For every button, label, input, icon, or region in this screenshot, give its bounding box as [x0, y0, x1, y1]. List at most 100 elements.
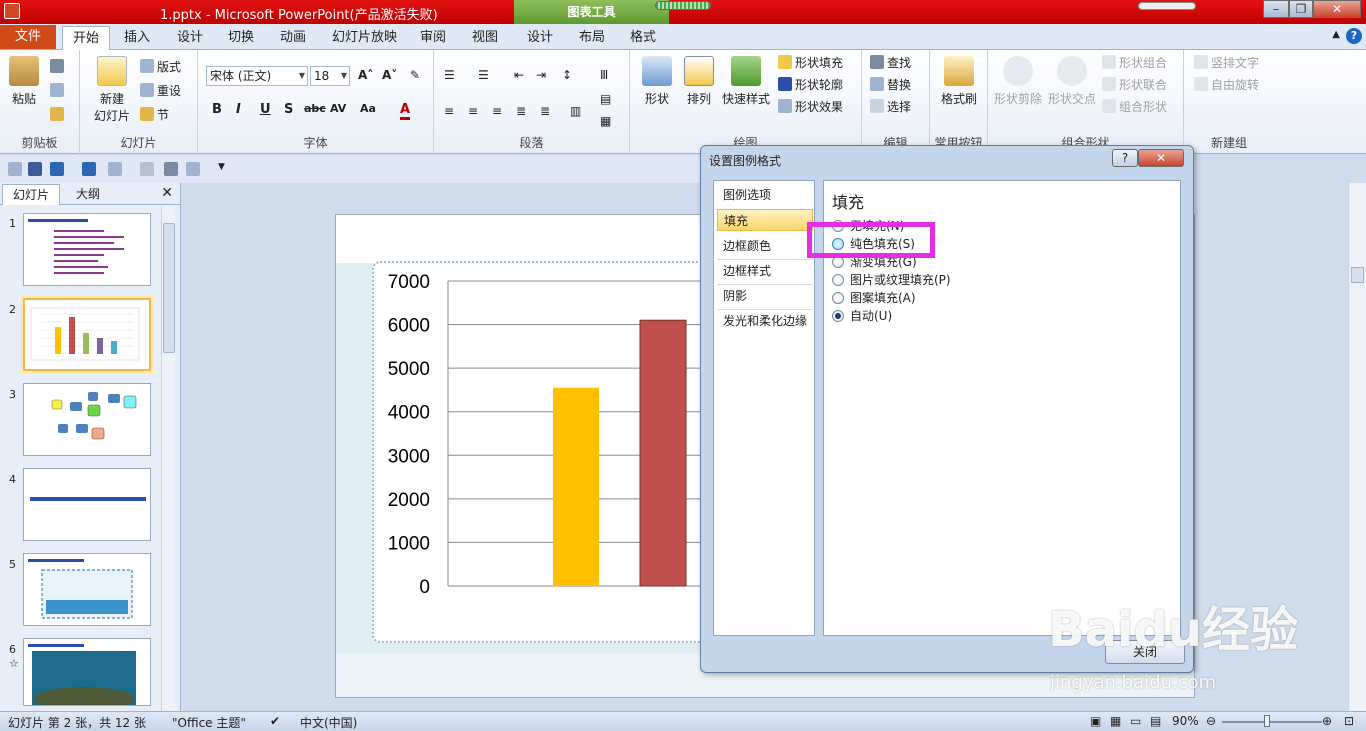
scrollbar-thumb[interactable]	[1351, 267, 1364, 283]
paste-button[interactable]: 粘贴	[6, 56, 42, 107]
slide-thumb-4[interactable]	[23, 468, 151, 541]
nav-border-style[interactable]: 边框样式	[717, 260, 813, 282]
distributed-button[interactable]: ≣	[540, 102, 550, 120]
arrange-button[interactable]: 排列	[680, 56, 718, 107]
shape-icon[interactable]	[108, 162, 122, 176]
font-name-combo[interactable]: 宋体 (正文) ▼	[206, 66, 308, 86]
underline-button[interactable]: U	[260, 102, 271, 117]
reset-button[interactable]: 重设	[140, 82, 181, 100]
minimize-button[interactable]: –	[1263, 0, 1289, 18]
tab-transitions[interactable]: 切换	[218, 26, 264, 50]
shrink-font-button[interactable]: A˅	[382, 66, 397, 84]
change-case-button[interactable]: Aa	[360, 102, 376, 115]
shape-effects-button[interactable]: 形状效果	[778, 98, 843, 116]
zoom-in-icon[interactable]: ⊕	[1322, 714, 1332, 728]
tab-design[interactable]: 设计	[167, 26, 213, 50]
group-shape-button[interactable]: 组合形状	[1102, 98, 1167, 116]
format-copy-button[interactable]	[50, 106, 67, 124]
copy-button[interactable]	[50, 82, 67, 100]
line-spacing-button[interactable]: ↕	[562, 66, 572, 84]
bullets-button[interactable]: ☰	[444, 66, 455, 84]
tab-chart-format[interactable]: 格式	[620, 26, 666, 50]
bold-button[interactable]: B	[212, 102, 222, 117]
shape-intersect-button[interactable]: 形状交点	[1046, 56, 1098, 107]
shape-subtract-button[interactable]: 形状剪除	[992, 56, 1044, 107]
align-center-button[interactable]: ≡	[468, 102, 478, 120]
grow-font-button[interactable]: A˄	[358, 66, 373, 84]
font-color-button[interactable]: A	[400, 102, 411, 120]
layout-button[interactable]: 版式	[140, 58, 181, 76]
slide-thumb-1[interactable]	[23, 213, 151, 286]
tab-chart-design[interactable]: 设计	[517, 26, 563, 50]
save-icon[interactable]	[28, 162, 42, 176]
tab-insert[interactable]: 插入	[114, 26, 160, 50]
nav-legend-options[interactable]: 图例选项	[717, 184, 813, 206]
slide-thumb-2[interactable]	[23, 298, 151, 371]
reading-view-icon[interactable]: ▭	[1130, 714, 1141, 728]
tab-file[interactable]: 文件	[0, 25, 56, 49]
zoom-slider[interactable]	[1222, 721, 1322, 723]
undo-icon[interactable]	[50, 162, 64, 176]
redo-icon[interactable]	[82, 162, 96, 176]
help-icon[interactable]: ?	[1346, 28, 1362, 44]
font-size-combo[interactable]: 18 ▼	[310, 66, 350, 86]
slide-thumb-5[interactable]	[23, 553, 151, 626]
section-button[interactable]: 节	[140, 106, 169, 124]
radio-automatic[interactable]: 自动(U)	[832, 307, 892, 325]
tab-home[interactable]: 开始	[62, 26, 111, 51]
text-direction-button[interactable]: Ⅲ	[600, 66, 608, 84]
shape-union-button[interactable]: 形状联合	[1102, 76, 1167, 94]
replace-button[interactable]: 替换	[870, 76, 911, 94]
clear-format-button[interactable]: ✎	[410, 66, 420, 84]
tab-chart-layout[interactable]: 布局	[569, 26, 615, 50]
nav-fill[interactable]: 填充	[717, 209, 813, 231]
dialog-help-button[interactable]: ?	[1112, 149, 1138, 167]
close-window-button[interactable]: ✕	[1313, 0, 1361, 18]
zoom-slider-thumb[interactable]	[1264, 715, 1270, 727]
columns-button[interactable]: ▥	[570, 102, 581, 120]
select-button[interactable]: 选择	[870, 98, 911, 116]
slide-thumb-6[interactable]	[23, 638, 151, 706]
shape-combine-button[interactable]: 形状组合	[1102, 54, 1167, 72]
char-spacing-button[interactable]: AV	[330, 102, 346, 115]
nav-shadow[interactable]: 阴影	[717, 285, 813, 307]
align-text-button[interactable]: ▤	[600, 90, 611, 108]
quick-styles-button[interactable]: 快速样式	[720, 56, 772, 107]
justify-button[interactable]: ≣	[516, 102, 526, 120]
slide-thumb-3[interactable]	[23, 383, 151, 456]
slides-panel-scrollbar[interactable]	[161, 207, 175, 711]
cut-button[interactable]	[50, 58, 67, 76]
vertical-text-button[interactable]: 竖排文字	[1194, 54, 1259, 72]
decrease-indent-button[interactable]: ⇤	[514, 66, 524, 84]
slideshow-icon[interactable]: ▤	[1150, 714, 1161, 728]
customize-qat-icon[interactable]: ▼	[218, 162, 228, 176]
nav-glow-soft-edges[interactable]: 发光和柔化边缘	[717, 310, 813, 332]
italic-button[interactable]: I	[236, 102, 241, 117]
normal-view-icon[interactable]: ▣	[1090, 714, 1101, 728]
increase-indent-button[interactable]: ⇥	[536, 66, 546, 84]
powerpoint-logo-icon[interactable]	[4, 3, 20, 19]
shape-outline-button[interactable]: 形状轮廓	[778, 76, 843, 94]
strike-button[interactable]: abc	[304, 102, 326, 115]
radio-picture-fill[interactable]: 图片或纹理填充(P)	[832, 271, 951, 289]
editor-scrollbar[interactable]	[1348, 183, 1366, 711]
collapse-ribbon-icon[interactable]: ▲	[1332, 29, 1340, 40]
spellcheck-icon[interactable]: ✔	[270, 714, 280, 728]
tab-review[interactable]: 审阅	[410, 26, 456, 50]
shadow-button[interactable]: S	[284, 102, 293, 117]
nav-border-color[interactable]: 边框颜色	[717, 235, 813, 257]
chart-bar-1[interactable]	[553, 387, 599, 586]
numbering-button[interactable]: ☰	[478, 66, 489, 84]
find-button[interactable]: 查找	[870, 54, 911, 72]
format-painter-button[interactable]: 格式刷	[936, 56, 982, 107]
shapes-button[interactable]: 形状	[638, 56, 676, 107]
maximize-button[interactable]: ❐	[1289, 0, 1313, 18]
language[interactable]: 中文(中国)	[300, 714, 357, 731]
tab-slideshow[interactable]: 幻灯片放映	[322, 26, 407, 50]
tab-view[interactable]: 视图	[462, 26, 508, 50]
fit-to-window-icon[interactable]: ⊡	[1344, 714, 1354, 728]
align-left-button[interactable]: ≡	[444, 102, 454, 120]
align-icon[interactable]	[140, 162, 154, 176]
anchor-icon[interactable]	[164, 162, 178, 176]
zoom-level[interactable]: 90%	[1172, 714, 1199, 728]
